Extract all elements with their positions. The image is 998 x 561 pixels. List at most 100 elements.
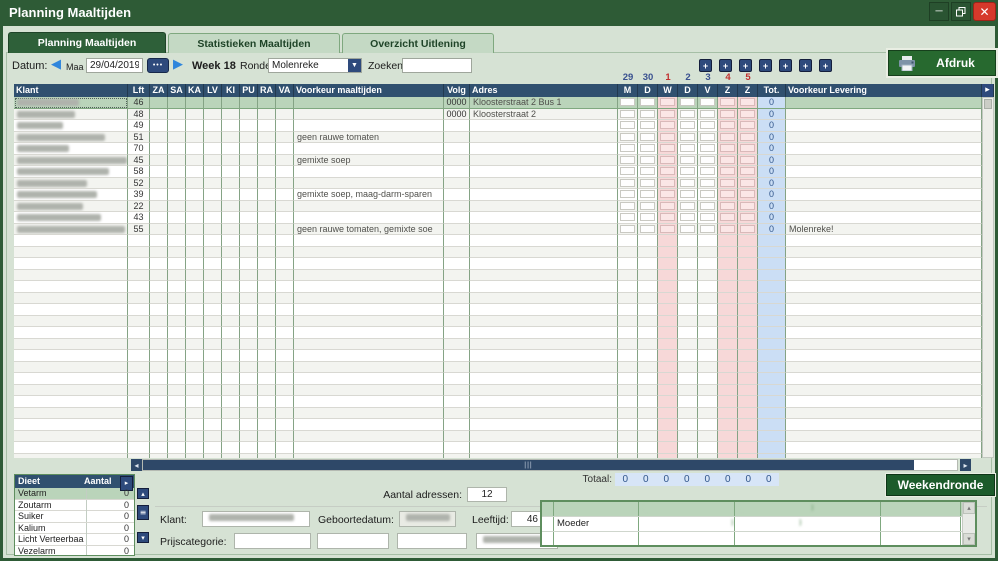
add-day-button[interactable]: + (759, 59, 772, 72)
table-row[interactable]: 700 (14, 143, 982, 155)
cell-meal-flag[interactable] (150, 212, 168, 224)
cell-day[interactable] (638, 109, 658, 121)
cell-meal-flag[interactable] (186, 143, 204, 155)
cell-day[interactable] (698, 178, 718, 190)
cell-meal-flag[interactable] (258, 109, 276, 121)
day-checkbox[interactable] (700, 213, 715, 221)
day-checkbox[interactable] (700, 156, 715, 164)
day-checkbox[interactable] (680, 144, 695, 152)
day-checkbox[interactable] (740, 121, 755, 129)
cell-meal-flag[interactable] (204, 109, 222, 121)
cell-meal-flag[interactable] (186, 224, 204, 236)
cell-meal-flag[interactable] (168, 120, 186, 132)
scroll-up-icon[interactable]: ▴ (137, 488, 149, 499)
cell-meal-flag[interactable] (186, 178, 204, 190)
day-checkbox[interactable] (720, 110, 735, 118)
cell-day[interactable] (678, 224, 698, 236)
prijscategorie-field-2[interactable] (317, 533, 389, 549)
day-checkbox[interactable] (700, 179, 715, 187)
cell-meal-flag[interactable] (258, 212, 276, 224)
leeftijd-field[interactable]: 46 (511, 511, 542, 527)
cell-day[interactable] (618, 155, 638, 167)
cell-day[interactable] (658, 109, 678, 121)
day-checkbox[interactable] (620, 98, 635, 106)
cell-meal-flag[interactable] (168, 178, 186, 190)
day-checkbox[interactable] (700, 144, 715, 152)
day-checkbox[interactable] (720, 202, 735, 210)
cell-meal-flag[interactable] (186, 166, 204, 178)
cell-day[interactable] (618, 132, 638, 144)
day-checkbox[interactable] (680, 133, 695, 141)
close-button[interactable]: ✕ (973, 2, 996, 21)
day-checkbox[interactable] (640, 202, 655, 210)
cell-day[interactable] (738, 212, 758, 224)
cell-day[interactable] (738, 143, 758, 155)
cell-day[interactable] (638, 155, 658, 167)
cell-day[interactable] (658, 178, 678, 190)
cell-meal-flag[interactable] (240, 143, 258, 155)
cell-day[interactable] (718, 212, 738, 224)
day-checkbox[interactable] (640, 144, 655, 152)
day-checkbox[interactable] (660, 213, 675, 221)
day-checkbox[interactable] (660, 121, 675, 129)
cell-meal-flag[interactable] (150, 120, 168, 132)
day-checkbox[interactable] (700, 167, 715, 175)
cell-day[interactable] (738, 132, 758, 144)
day-checkbox[interactable] (720, 144, 735, 152)
cell-day[interactable] (658, 120, 678, 132)
cell-meal-flag[interactable] (240, 155, 258, 167)
cell-day[interactable] (698, 212, 718, 224)
cell-meal-flag[interactable] (276, 143, 294, 155)
cell-meal-flag[interactable] (186, 109, 204, 121)
klant-field[interactable] (202, 511, 310, 527)
cell-meal-flag[interactable] (222, 120, 240, 132)
day-checkbox[interactable] (700, 110, 715, 118)
day-checkbox[interactable] (700, 121, 715, 129)
cell-meal-flag[interactable] (258, 143, 276, 155)
cell-meal-flag[interactable] (240, 224, 258, 236)
cell-day[interactable] (658, 155, 678, 167)
table-row[interactable]: 480000Kloosterstraat 20 (14, 109, 982, 121)
cell-day[interactable] (618, 166, 638, 178)
cell-meal-flag[interactable] (204, 132, 222, 144)
day-checkbox[interactable] (640, 110, 655, 118)
tab-planning-maaltijden[interactable]: Planning Maaltijden (8, 32, 166, 53)
minimize-button[interactable]: ─ (929, 2, 949, 21)
cell-meal-flag[interactable] (168, 132, 186, 144)
cell-day[interactable] (698, 132, 718, 144)
cell-meal-flag[interactable] (204, 120, 222, 132)
day-checkbox[interactable] (620, 144, 635, 152)
cell-meal-flag[interactable] (168, 212, 186, 224)
cell-meal-flag[interactable] (258, 189, 276, 201)
day-checkbox[interactable] (700, 225, 715, 233)
cell-meal-flag[interactable] (276, 212, 294, 224)
dieet-scrollbar-thumb[interactable]: ≡ (137, 505, 149, 520)
cell-meal-flag[interactable] (222, 224, 240, 236)
cell-day[interactable] (678, 120, 698, 132)
day-checkbox[interactable] (680, 98, 695, 106)
cell-day[interactable] (678, 178, 698, 190)
cell-day[interactable] (718, 132, 738, 144)
add-day-button[interactable]: + (779, 59, 792, 72)
cell-meal-flag[interactable] (222, 155, 240, 167)
cell-day[interactable] (638, 212, 658, 224)
cell-meal-flag[interactable] (276, 120, 294, 132)
scroll-right-button[interactable]: ▸ (960, 459, 971, 471)
cell-day[interactable] (638, 178, 658, 190)
day-checkbox[interactable] (680, 167, 695, 175)
day-checkbox[interactable] (700, 190, 715, 198)
add-day-button[interactable]: + (699, 59, 712, 72)
day-checkbox[interactable] (660, 190, 675, 198)
dieet-row[interactable]: Zoutarm0 (15, 500, 134, 512)
dieet-row[interactable]: Vezelarm0 (15, 546, 134, 557)
day-checkbox[interactable] (620, 179, 635, 187)
day-checkbox[interactable] (740, 190, 755, 198)
table-row[interactable]: 580 (14, 166, 982, 178)
day-checkbox[interactable] (640, 190, 655, 198)
cell-meal-flag[interactable] (222, 212, 240, 224)
table-row[interactable]: 460000Kloosterstraat 2 Bus 10 (14, 97, 982, 109)
day-checkbox[interactable] (660, 202, 675, 210)
cell-day[interactable] (658, 143, 678, 155)
cell-meal-flag[interactable] (168, 143, 186, 155)
table-row[interactable]: 430 (14, 212, 982, 224)
